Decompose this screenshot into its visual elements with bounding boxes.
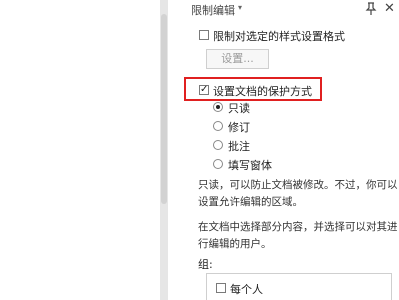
- everyone-checkbox[interactable]: [216, 283, 226, 293]
- exceptions-description: 在文档中选择部分内容，并选择可以对其进行编辑的用户。: [198, 221, 398, 250]
- vertical-scrollbar[interactable]: [160, 0, 168, 300]
- chevron-down-icon[interactable]: ▾: [238, 3, 242, 12]
- radio-fill-forms[interactable]: [213, 159, 223, 169]
- settings-button[interactable]: 设置...: [206, 49, 269, 69]
- group-label: 组:: [198, 258, 213, 271]
- format-restriction-label: 限制对选定的样式设置格式: [213, 30, 345, 43]
- radio-readonly[interactable]: [213, 102, 223, 112]
- group-list: 每个人: [206, 273, 392, 300]
- radio-comments-label: 批注: [228, 140, 250, 153]
- format-restriction-checkbox[interactable]: [199, 30, 209, 40]
- panel-title[interactable]: 限制编辑: [191, 2, 235, 18]
- radio-track-changes[interactable]: [213, 121, 223, 131]
- radio-fill-forms-label: 填写窗体: [228, 159, 272, 172]
- radio-comments[interactable]: [213, 140, 223, 150]
- restrict-editing-panel: 限制编辑 ▾ ✕ 限制对选定的样式设置格式 设置... ✓ 设置文档的保护方式 …: [168, 0, 399, 300]
- readonly-description: 只读，可以防止文档被修改。不过，你可以设置允许编辑的区域。: [198, 179, 398, 208]
- document-area: [0, 0, 160, 300]
- close-icon[interactable]: ✕: [384, 1, 395, 16]
- everyone-label: 每个人: [230, 283, 263, 296]
- protection-checkbox[interactable]: ✓: [199, 85, 209, 95]
- protection-label: 设置文档的保护方式: [213, 85, 312, 98]
- radio-readonly-label: 只读: [228, 102, 250, 115]
- pin-icon[interactable]: [365, 2, 377, 16]
- radio-track-changes-label: 修订: [228, 121, 250, 134]
- scrollbar-thumb[interactable]: [161, 14, 167, 204]
